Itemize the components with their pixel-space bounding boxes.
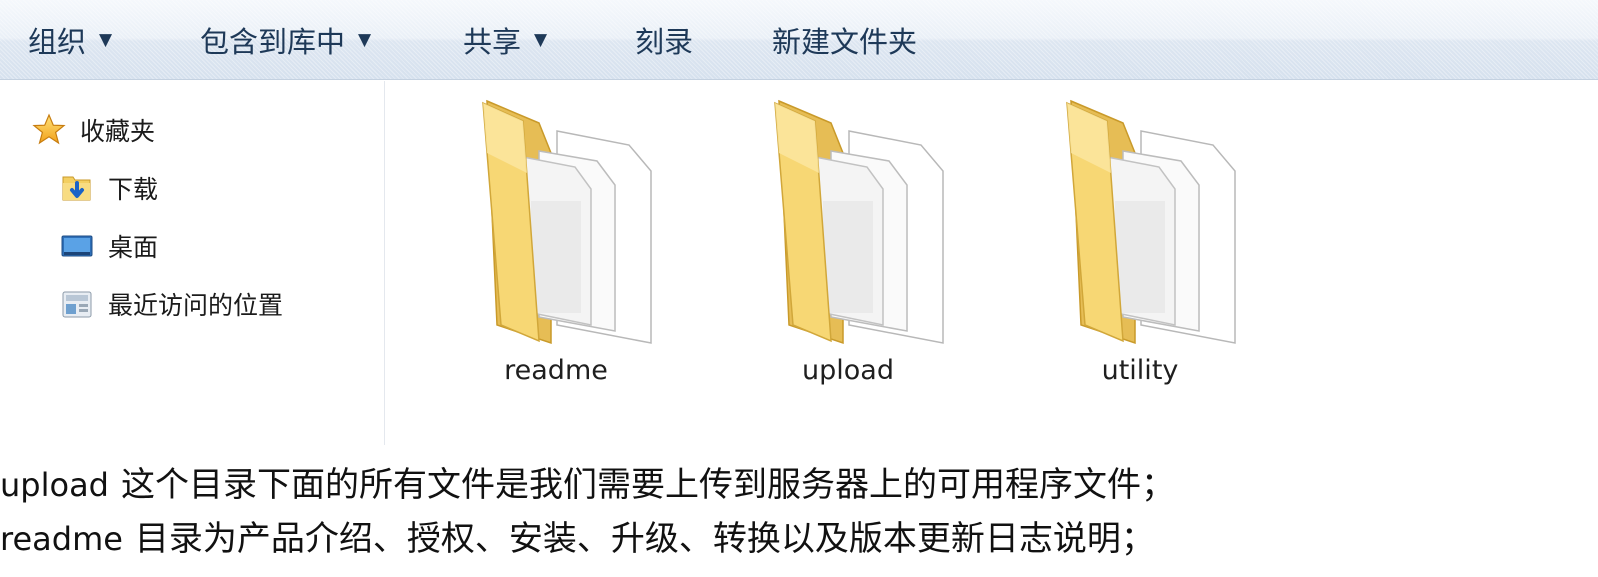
desktop-icon [60,229,94,263]
folder-name: readme [504,355,608,386]
nav-item-label: 桌面 [108,233,159,262]
folder-icon [1066,99,1236,345]
command-bar: 组织 ▼ 包含到库中 ▼ 共享 ▼ 刻录 新建文件夹 [0,0,1598,80]
folder-icon [482,99,652,345]
nav-item-desktop[interactable]: 桌面 [60,223,158,269]
folder-icon [774,99,944,345]
nav-item-label: 最近访问的位置 [108,291,284,320]
note-text: 这个目录下面的所有文件是我们需要上传到服务器上的可用程序文件； [120,465,1175,505]
star-icon [32,113,66,147]
burn-button[interactable]: 刻录 [635,0,693,80]
downloads-folder-icon [60,171,94,205]
burn-label: 刻录 [635,25,694,59]
note-keyword: readme [0,520,123,558]
nav-item-favorites[interactable]: 收藏夹 [32,107,155,153]
note-text: 目录为产品介绍、授权、安装、升级、转换以及版本更新日志说明； [134,519,1155,559]
folder-name: upload [802,355,894,386]
folder-name: utility [1101,355,1179,386]
include-in-library-menu-button[interactable]: 包含到库中 ▼ [200,0,371,80]
nav-item-recent-places[interactable]: 最近访问的位置 [60,281,283,327]
chevron-down-icon: ▼ [358,30,372,50]
nav-item-downloads[interactable]: 下载 [60,165,158,211]
navigation-pane: 收藏夹 下载 桌面 最近访问的位置 [0,81,385,445]
chevron-down-icon: ▼ [99,30,113,50]
include-in-library-label: 包含到库中 [200,25,346,59]
organize-menu-button[interactable]: 组织 ▼ [28,0,112,80]
nav-item-label: 下载 [108,175,159,204]
folder-item-readme[interactable]: readme [441,93,671,393]
folder-item-utility[interactable]: utility [1025,93,1255,393]
new-folder-button[interactable]: 新建文件夹 [772,0,917,80]
new-folder-label: 新建文件夹 [772,25,918,59]
explorer-window: 组织 ▼ 包含到库中 ▼ 共享 ▼ 刻录 新建文件夹 收藏夹 下载 桌面 最近访… [0,0,1598,445]
recent-places-icon [60,287,94,321]
share-menu-button[interactable]: 共享 ▼ [463,0,547,80]
note-line-readme: readme 目录为产品介绍、授权、安装、升级、转换以及版本更新日志说明； [0,512,1155,566]
share-label: 共享 [463,25,522,59]
chevron-down-icon: ▼ [534,30,548,50]
note-keyword: upload [0,466,109,504]
file-list: readme upload utility [386,81,1598,445]
organize-label: 组织 [28,25,87,59]
nav-item-label: 收藏夹 [80,117,156,146]
folder-item-upload[interactable]: upload [733,93,963,393]
note-line-upload: upload 这个目录下面的所有文件是我们需要上传到服务器上的可用程序文件； [0,458,1175,512]
